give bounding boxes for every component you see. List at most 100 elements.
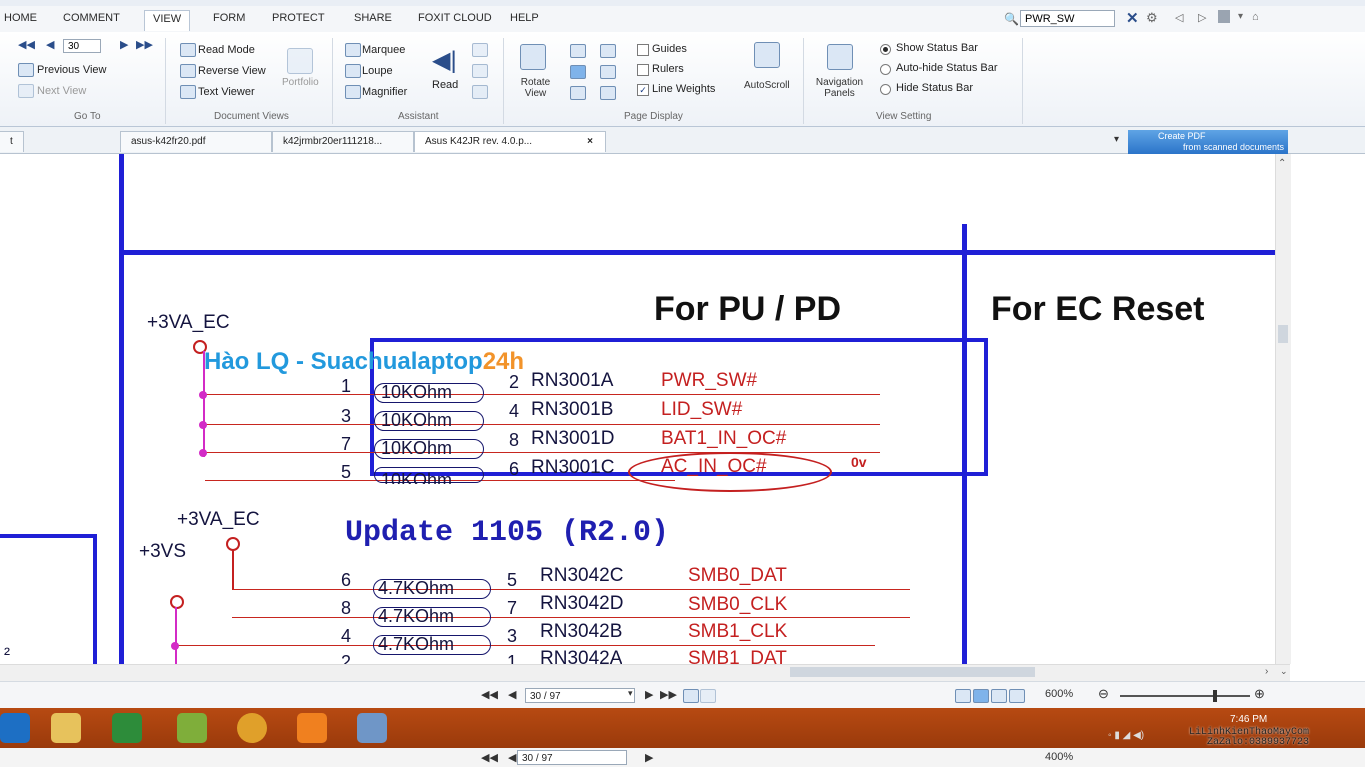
rotate-view-button[interactable]: Rotate View — [513, 77, 558, 99]
facing-icon[interactable] — [991, 689, 1007, 703]
foxit-reader-icon[interactable] — [297, 713, 327, 743]
resistor-ref: RN3001C — [531, 457, 615, 478]
first-page-icon[interactable]: ◀◀ — [18, 38, 35, 51]
next-view-icon[interactable] — [700, 689, 716, 703]
zoom-slider[interactable] — [1120, 695, 1250, 697]
hide-status-bar-radio[interactable] — [880, 84, 891, 95]
net-line — [175, 645, 875, 646]
navigation-panels-button[interactable]: Navigation Panels — [812, 77, 867, 99]
read-page-icon[interactable] — [472, 43, 488, 57]
menu-share[interactable]: SHARE — [354, 12, 392, 24]
search-input[interactable]: PWR_SW — [1020, 10, 1115, 27]
scroll-menu-icon[interactable]: ⌄ — [1280, 666, 1288, 677]
junction-dot — [199, 449, 207, 457]
scroll-up-icon[interactable]: ⌃ — [1278, 158, 1286, 169]
resistor-value: 4.7KOhm — [378, 578, 455, 598]
single-page-icon[interactable] — [955, 689, 971, 703]
rulers-checkbox[interactable] — [637, 64, 649, 76]
horizontal-scrollbar-thumb[interactable] — [790, 667, 1035, 677]
chevron-right-icon[interactable]: ▷ — [1198, 11, 1206, 24]
menu-comment[interactable]: COMMENT — [63, 12, 120, 24]
text-viewer-button[interactable]: Text Viewer — [198, 86, 255, 98]
page-grid-icon[interactable] — [570, 86, 586, 100]
junction-dot — [171, 642, 179, 650]
page-dropdown-icon[interactable]: ▾ — [628, 688, 633, 699]
continuous-icon[interactable] — [973, 689, 989, 703]
portfolio-icon — [287, 48, 313, 74]
tab-document-3[interactable]: k42jrmbr20er111218... — [272, 131, 414, 152]
continuous-facing-icon[interactable] — [1009, 689, 1025, 703]
facing-icon[interactable] — [600, 44, 616, 58]
reverse-view-button[interactable]: Reverse View — [198, 65, 266, 77]
next-page-icon[interactable]: ▶ — [645, 688, 653, 701]
continuous-facing-icon[interactable] — [600, 65, 616, 79]
paint-icon[interactable] — [177, 713, 207, 743]
window-icon[interactable] — [1218, 10, 1230, 23]
marquee-button[interactable]: Marquee — [362, 44, 405, 56]
guides-checkbox[interactable] — [637, 44, 649, 56]
read-mode-button[interactable]: Read Mode — [198, 44, 255, 56]
tab-document-1[interactable]: t — [0, 131, 24, 152]
autoscroll-button[interactable]: AutoScroll — [744, 80, 790, 91]
line-weights-checkbox[interactable]: ✓ — [637, 84, 649, 96]
tab-close-icon[interactable]: × — [587, 132, 593, 152]
vertical-scrollbar-thumb[interactable] — [1278, 325, 1288, 343]
internet-explorer-icon[interactable] — [0, 713, 30, 743]
menu-foxit-cloud[interactable]: FOXIT CLOUD — [418, 12, 492, 24]
net-line — [205, 424, 880, 425]
read-button[interactable]: Read — [432, 79, 458, 91]
close-icon[interactable]: ✕ — [1126, 9, 1139, 27]
bus-line — [203, 351, 205, 457]
horizontal-scrollbar[interactable]: › ⌄ — [0, 664, 1290, 681]
loupe-button[interactable]: Loupe — [362, 65, 393, 77]
heading-ec-reset: For EC Reset — [991, 290, 1205, 328]
last-page-icon[interactable]: ▶▶ — [660, 688, 677, 701]
portfolio-button[interactable]: Portfolio — [282, 77, 319, 88]
tabs-dropdown-icon[interactable]: ▾ — [1114, 134, 1119, 145]
vertical-scrollbar[interactable]: ⌃ — [1275, 154, 1291, 664]
continuous-icon[interactable] — [570, 65, 586, 79]
read-stop-icon[interactable] — [472, 85, 488, 99]
chevron-left-icon[interactable]: ◁ — [1175, 11, 1183, 24]
next-view-button[interactable]: Next View — [37, 85, 86, 97]
next-page-icon[interactable]: ▶ — [120, 38, 128, 51]
net-line — [232, 617, 910, 618]
auto-hide-status-bar-radio[interactable] — [880, 64, 891, 75]
chrome-icon[interactable] — [237, 713, 267, 743]
first-page-icon[interactable]: ◀◀ — [481, 688, 498, 701]
search-icon: 🔍 — [1004, 12, 1019, 26]
file-explorer-icon[interactable] — [51, 713, 81, 743]
scroll-right-icon[interactable]: › — [1265, 666, 1268, 677]
zoom-out-icon[interactable]: ⊖ — [1098, 686, 1109, 702]
menu-view[interactable]: VIEW — [144, 10, 191, 31]
prev-page-icon[interactable]: ◀ — [46, 38, 54, 51]
collapse-ribbon-icon[interactable]: ⌂ — [1252, 11, 1259, 23]
tray-icons[interactable]: ◦ ▮ ◢ ◀) — [1108, 730, 1144, 741]
previous-view-button[interactable]: Previous View — [37, 64, 107, 76]
last-page-icon[interactable]: ▶▶ — [136, 38, 153, 51]
tab-document-2[interactable]: asus-k42fr20.pdf — [120, 131, 272, 152]
separate-cover-icon[interactable] — [600, 86, 616, 100]
gear-icon[interactable]: ⚙ — [1146, 10, 1158, 26]
create-pdf-cloud-button[interactable]: Create PDF from scanned documents — [1128, 130, 1288, 154]
menu-help[interactable]: HELP — [510, 12, 539, 24]
menu-protect[interactable]: PROTECT — [272, 12, 325, 24]
zoom-level[interactable]: 600% — [1045, 688, 1073, 700]
zoom-in-icon[interactable]: ⊕ — [1254, 686, 1265, 702]
prev-view-icon[interactable] — [683, 689, 699, 703]
prev-page-icon[interactable]: ◀ — [508, 688, 516, 701]
menu-home[interactable]: HOME — [4, 12, 37, 24]
show-status-bar-radio[interactable] — [880, 44, 891, 55]
tab-document-4[interactable]: Asus K42JR rev. 4.0.p... × — [414, 131, 606, 152]
goto-page-input[interactable]: 30 — [63, 39, 101, 53]
dropdown-arrow-icon[interactable]: ▾ — [1238, 11, 1243, 22]
menu-form[interactable]: FORM — [213, 12, 245, 24]
single-page-icon[interactable] — [570, 44, 586, 58]
read-all-icon[interactable] — [472, 64, 488, 78]
page-number-input[interactable]: 30 / 97 — [525, 688, 635, 703]
store-icon[interactable] — [112, 713, 142, 743]
app-icon[interactable] — [357, 713, 387, 743]
text-viewer-icon — [180, 85, 196, 99]
magnifier-button[interactable]: Magnifier — [362, 86, 407, 98]
zoom-slider-thumb[interactable] — [1213, 690, 1217, 702]
